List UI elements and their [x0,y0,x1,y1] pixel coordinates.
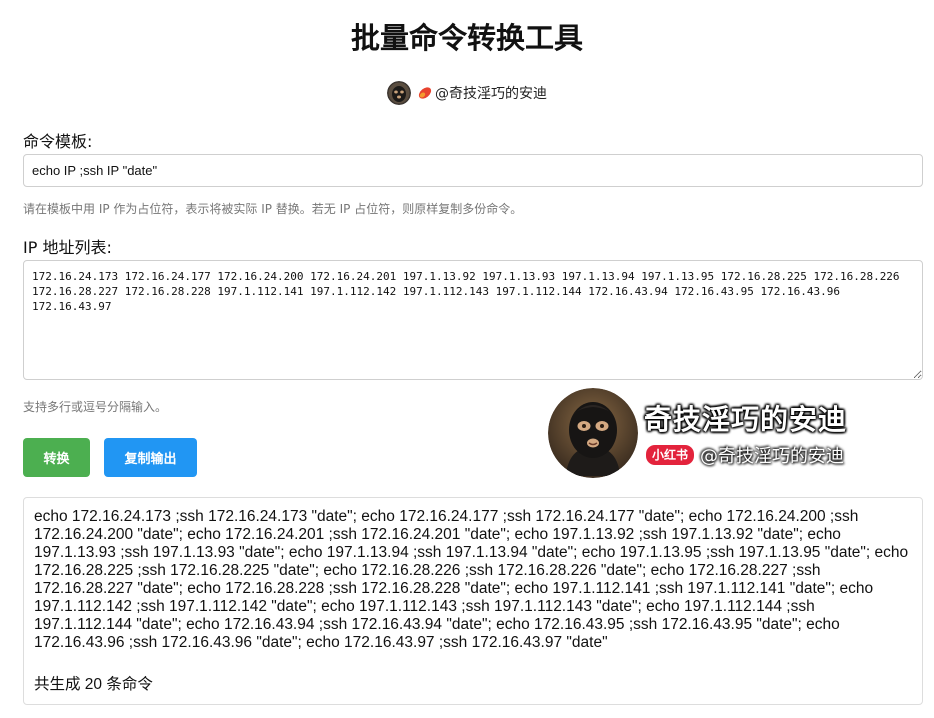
watermark-handle: @奇技淫巧的安迪 [700,446,845,467]
output-count: 共生成 20 条命令 [34,676,153,693]
watermark-badge: 小红书 [646,445,695,465]
watermark: 奇技淫巧的安迪 小红书 @奇技淫巧的安迪 [548,388,888,480]
ip-list-label: IP 地址列表: [23,238,112,257]
watermark-title: 奇技淫巧的安迪 [644,403,848,436]
author-name[interactable]: @奇技淫巧的安迪 [417,83,547,103]
author-name-text: @奇技淫巧的安迪 [435,86,547,102]
ip-list-textarea[interactable]: 172.16.24.173 172.16.24.177 172.16.24.20… [23,260,923,380]
page-title: 批量命令转换工具 [350,21,583,55]
red-book-logo-icon [418,87,432,99]
template-hint: 请在模板中用 IP 作为占位符，表示将被实际 IP 替换。若无 IP 占位符，则… [23,202,523,216]
template-input[interactable] [23,154,923,187]
template-label: 命令模板: [23,132,93,151]
output-box: echo 172.16.24.173 ;ssh 172.16.24.173 "d… [23,497,923,705]
copy-output-button[interactable]: 复制输出 [104,438,197,477]
watermark-avatar-icon [548,388,638,478]
avatar-icon[interactable] [387,81,411,105]
ip-list-hint: 支持多行或逗号分隔输入。 [23,400,168,414]
convert-button[interactable]: 转换 [23,438,90,477]
output-text: echo 172.16.24.173 ;ssh 172.16.24.173 "d… [34,508,909,651]
watermark-sub: 小红书 @奇技淫巧的安迪 [646,442,844,468]
author-row: @奇技淫巧的安迪 [0,80,934,106]
